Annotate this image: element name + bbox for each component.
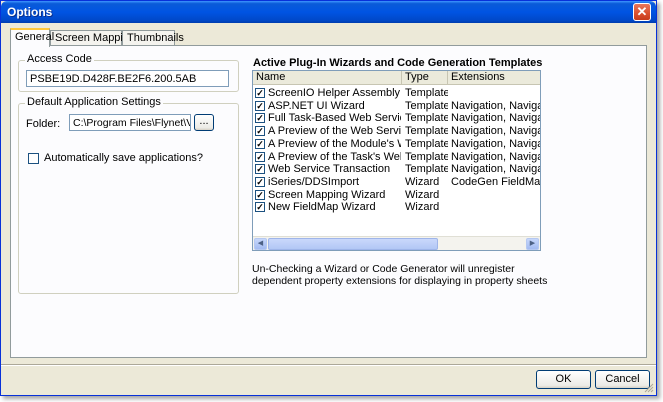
row-checkbox[interactable]: ✓ <box>255 164 265 175</box>
row-type: Template <box>405 99 448 112</box>
tab-general[interactable]: General <box>10 28 54 47</box>
plugins-listview[interactable]: Name Type Extensions ✓ ScreenIO Helper As… <box>252 70 541 251</box>
list-item[interactable]: ✓ ASP.NET UI Wizard Template Navigation, Na… <box>253 100 540 113</box>
list-item[interactable]: ✓A Preview of the Module's Web Ser... Tem… <box>253 138 540 151</box>
row-type: Wizard <box>405 188 440 201</box>
row-type: Template <box>405 137 448 150</box>
row-type: Wizard <box>405 175 440 188</box>
row-checkbox[interactable]: ✓ <box>255 100 265 111</box>
access-code-group: Access Code PSBE19D.D428F.BE2F6.200.5AB <box>18 53 239 92</box>
row-extensions: Navigation, Navigation, Oper <box>451 99 540 112</box>
scroll-thumb[interactable] <box>268 238 438 250</box>
row-name: ASP.NET UI Wizard <box>268 99 365 112</box>
autosave-label: Automatically save applications? <box>44 152 203 164</box>
row-extensions: Navigation, Navigation, Oper <box>451 112 540 125</box>
app-settings-legend: Default Application Settings <box>25 96 163 108</box>
row-type: Template <box>405 125 448 138</box>
uncheck-note: Un-Checking a Wizard or Code Generator w… <box>252 263 548 287</box>
list-item[interactable]: ✓ Screen Mapping Wizard Wizard <box>253 189 540 202</box>
row-checkbox[interactable]: ✓ <box>255 126 265 137</box>
row-name: A Preview of the Task's Web Servi... <box>268 150 401 163</box>
row-extensions: Navigation, Navigation, Oper <box>451 125 540 138</box>
row-name: A Preview of the Module's Web Ser... <box>268 137 401 150</box>
tab-thumbnails[interactable]: Thumbnails <box>122 30 184 46</box>
autosave-checkbox[interactable] <box>28 153 39 164</box>
scroll-right-icon[interactable]: ▶ <box>526 238 539 250</box>
list-item[interactable]: ✓ Full Task-Based Web Service Template Navi… <box>253 112 540 125</box>
access-code-legend: Access Code <box>25 53 94 65</box>
access-code-field[interactable]: PSBE19D.D428F.BE2F6.200.5AB <box>26 70 229 87</box>
row-type: Template <box>405 163 448 176</box>
row-extensions: Navigation, Navigation, Oper <box>451 137 540 150</box>
list-item[interactable]: ✓ Web Service Transaction Template Navigati… <box>253 163 540 176</box>
row-name: iSeries/DDSImport <box>268 175 360 188</box>
row-name: ScreenIO Helper Assembly <box>268 87 401 99</box>
browse-button[interactable]: ... <box>194 114 214 131</box>
row-checkbox[interactable]: ✓ <box>255 202 265 213</box>
options-dialog: Options ✕ General Screen Mapping Thumbna… <box>0 0 657 396</box>
list-item[interactable]: ✓ ScreenIO Helper Assembly Template <box>253 87 540 100</box>
plugins-title: Active Plug-In Wizards and Code Generati… <box>253 57 543 69</box>
resize-grip-icon[interactable] <box>644 383 654 393</box>
row-name: Screen Mapping Wizard <box>268 188 386 201</box>
footer-separator <box>1 364 656 366</box>
row-type: Template <box>405 87 448 99</box>
list-item[interactable]: ✓A Preview of the Task's Web Servi... Tem… <box>253 151 540 164</box>
row-checkbox[interactable]: ✓ <box>255 189 265 200</box>
row-checkbox[interactable]: ✓ <box>255 176 265 187</box>
app-settings-group: Default Application Settings Folder: C:\… <box>18 96 239 294</box>
scroll-left-icon[interactable]: ◀ <box>254 238 267 250</box>
folder-label: Folder: <box>26 118 61 130</box>
row-name: Full Task-Based Web Service <box>268 112 401 125</box>
close-icon[interactable]: ✕ <box>633 3 651 21</box>
column-type[interactable]: Type <box>402 71 448 84</box>
folder-field[interactable]: C:\Program Files\Flynet\Viewer\ <box>69 114 191 131</box>
row-extensions: CodeGen FieldMap Extens <box>451 175 541 188</box>
horizontal-scrollbar[interactable]: ◀ ▶ <box>253 236 540 250</box>
row-type: Wizard <box>405 201 440 214</box>
column-extensions[interactable]: Extensions <box>448 71 540 84</box>
list-item[interactable]: ✓A Preview of the Web Service Prot... Tem… <box>253 125 540 138</box>
row-checkbox[interactable]: ✓ <box>255 88 265 98</box>
column-name[interactable]: Name <box>253 71 402 84</box>
row-checkbox[interactable]: ✓ <box>255 113 265 124</box>
listview-header: Name Type Extensions <box>253 71 540 85</box>
window-title: Options <box>7 5 53 19</box>
list-item[interactable]: ✓ New FieldMap Wizard Wizard <box>253 201 540 214</box>
row-checkbox[interactable]: ✓ <box>255 151 265 162</box>
row-name: New FieldMap Wizard <box>268 201 376 214</box>
row-extensions: Navigation, Navigation, Oper <box>451 150 540 163</box>
tab-screen-mapping[interactable]: Screen Mapping <box>50 30 135 46</box>
row-name: Web Service Transaction <box>268 163 391 176</box>
row-name: A Preview of the Web Service Prot... <box>268 125 401 138</box>
row-extensions: Navigation, Navigation, Oper <box>451 163 540 176</box>
ok-button[interactable]: OK <box>536 370 591 389</box>
cancel-button[interactable]: Cancel <box>595 370 650 389</box>
list-item[interactable]: ✓iSeries/DDSImport Wizard CodeGen FieldMap… <box>253 176 540 189</box>
title-bar[interactable]: Options ✕ <box>1 1 656 23</box>
row-type: Template <box>405 112 448 125</box>
row-checkbox[interactable]: ✓ <box>255 138 265 149</box>
row-type: Template <box>405 150 448 163</box>
